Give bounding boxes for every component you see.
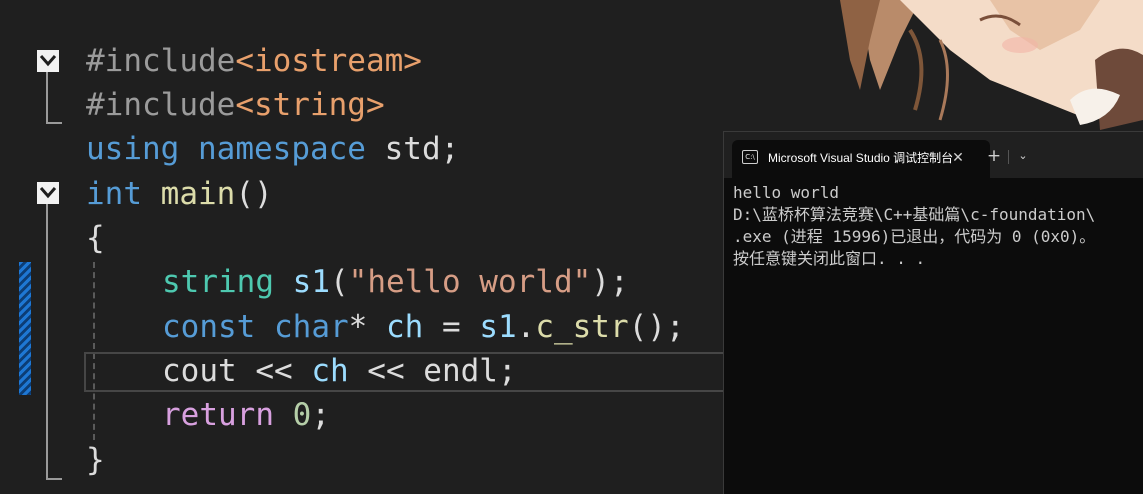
code-token: ); [591,264,629,300]
code-line-2[interactable]: #include<string> [86,83,385,127]
console-output-line: hello world [733,183,839,202]
fold-guide-line [46,204,48,480]
console-app-icon: C:\ [742,150,758,164]
code-token: () [235,176,273,212]
code-token: * [348,309,386,345]
code-token: "hello world" [348,264,592,300]
code-token: main [160,176,236,212]
chevron-down-icon[interactable]: ⌄ [1014,146,1032,166]
code-line-6[interactable]: string s1("hello world"); [162,260,629,304]
code-token: ; [311,397,330,433]
console-tab[interactable]: C:\ Microsoft Visual Studio 调试控制台 ✕ [732,140,990,178]
code-line-8[interactable]: cout << ch << endl; [162,349,517,393]
code-line-10[interactable]: } [86,438,105,482]
code-token: const [162,309,256,345]
indent-guide [93,262,95,440]
console-titlebar[interactable]: C:\ Microsoft Visual Studio 调试控制台 ✕ + ⌄ [724,132,1143,178]
code-line-7[interactable]: const char* ch = s1.c_str(); [162,305,685,349]
close-icon[interactable]: ✕ [948,148,968,168]
code-token: <iostream> [235,43,422,79]
code-token: s1 [479,309,517,345]
code-token: (); [628,309,685,345]
code-token: #include [86,43,236,79]
code-token: namespace [198,131,366,167]
code-token: <string> [235,87,385,123]
code-line-5[interactable]: { [86,216,105,260]
code-token: . [516,309,536,345]
code-token: cout [162,353,237,389]
code-line-1[interactable]: #include<iostream> [86,39,422,83]
console-output[interactable]: hello world D:\蓝桥杯算法竞赛\C++基础篇\c-foundati… [733,182,1143,482]
code-token: using [86,131,180,167]
fold-guide-end [46,478,62,480]
code-token: c_str [535,309,629,345]
fold-guide-end [46,122,62,124]
fold-guide-line [46,72,48,124]
console-output-line: D:\蓝桥杯算法竞赛\C++基础篇\c-foundation\ [733,205,1096,224]
code-token: char [274,309,349,345]
code-line-4[interactable]: int main() [86,172,273,216]
code-token: { [86,220,105,256]
code-token: ; [497,353,517,389]
collapse-main-icon[interactable] [37,182,59,204]
new-tab-button[interactable]: + [984,146,1004,166]
titlebar-divider [1008,150,1009,164]
code-token: 0 [292,397,312,433]
code-token: std; [365,131,460,167]
console-output-line: 按任意键关闭此窗口. . . [733,249,926,268]
code-token: << [348,353,424,389]
code-token: = [423,309,480,345]
code-token: ch [385,309,424,345]
code-token: << [236,353,312,389]
code-token: } [86,442,105,478]
change-indicator [19,262,31,395]
code-token: s1 [292,264,330,300]
code-token: string [162,264,274,300]
debug-console-window[interactable]: C:\ Microsoft Visual Studio 调试控制台 ✕ + ⌄ … [723,131,1143,494]
code-token: ( [329,264,349,300]
collapse-includes-icon[interactable] [37,50,59,72]
console-tab-title: Microsoft Visual Studio 调试控制台 [768,151,954,165]
code-line-3[interactable]: using namespace std; [86,127,459,171]
code-token: return [162,397,274,433]
code-token: int [86,176,142,212]
code-line-9[interactable]: return 0; [162,393,330,437]
console-output-line: .exe (进程 15996)已退出，代码为 0 (0x0)。 [733,227,1096,246]
code-token: #include [86,87,236,123]
code-token: ch [311,353,349,389]
code-token: endl [423,353,498,389]
